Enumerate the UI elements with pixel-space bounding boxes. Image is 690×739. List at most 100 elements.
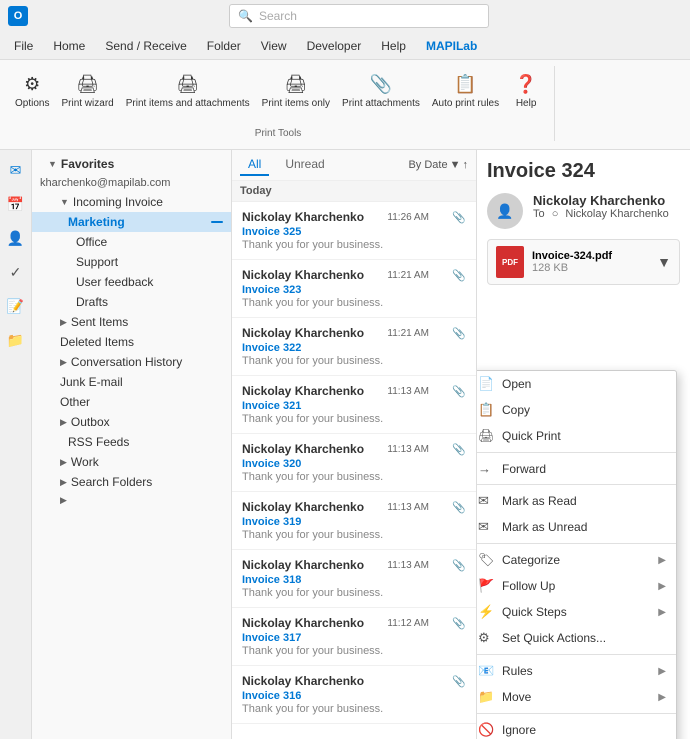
rss-chevron: ▶ bbox=[60, 457, 67, 468]
forward-icon: → bbox=[478, 461, 494, 476]
ctx-forward[interactable]: → Forward bbox=[477, 456, 676, 481]
sidebar-favorites-header[interactable]: ▼ Favorites bbox=[32, 154, 231, 174]
rules-arrow: ▶ bbox=[658, 666, 666, 677]
sidebar-item-marketing[interactable]: Office bbox=[32, 232, 231, 252]
ctx-move[interactable]: 📁 Move ▶ bbox=[477, 684, 676, 710]
sidebar-item-drafts[interactable]: ▶ Sent Items bbox=[32, 312, 231, 332]
sidebar-item-other[interactable]: ▶ Outbox bbox=[32, 412, 231, 432]
menu-developer[interactable]: Developer bbox=[299, 36, 370, 56]
menu-view[interactable]: View bbox=[253, 36, 295, 56]
ribbon-print-items-button[interactable]: 🖨 Print items only bbox=[257, 66, 335, 113]
attachment-expand-icon[interactable]: ▼ bbox=[657, 254, 671, 270]
email-item[interactable]: Nickolay Kharchenko 11:21 AM 📎 Invoice 3… bbox=[232, 318, 476, 376]
tab-all[interactable]: All bbox=[240, 154, 269, 176]
deleted-chevron: ▶ bbox=[60, 357, 67, 368]
work-chevron: ▶ bbox=[60, 477, 67, 488]
ctx-divider-1 bbox=[477, 452, 676, 453]
icon-panel: ✉ 📅 👤 ✓ 📝 📁 bbox=[0, 150, 32, 739]
email-item[interactable]: Nickolay Kharchenko 11:13 AM 📎 Invoice 3… bbox=[232, 434, 476, 492]
email-item[interactable]: Nickolay Kharchenko 11:13 AM 📎 Invoice 3… bbox=[232, 492, 476, 550]
email-item[interactable]: Nickolay Kharchenko 11:12 AM 📎 Invoice 3… bbox=[232, 608, 476, 666]
ctx-quick-print[interactable]: 🖨 Quick Print bbox=[477, 423, 676, 449]
ribbon-group-print: ⚙ Options 🖨 Print wizard 🖨 Print items a… bbox=[10, 66, 555, 141]
menu-file[interactable]: File bbox=[6, 36, 41, 56]
sidebar-item-outbox[interactable]: RSS Feeds bbox=[32, 432, 231, 452]
ribbon-print-wizard-button[interactable]: 🖨 Print wizard bbox=[56, 66, 118, 113]
email-item[interactable]: Nickolay Kharchenko 11:26 AM 📎 Invoice 3… bbox=[232, 202, 476, 260]
sidebar-item-work[interactable]: ▶ Search Folders bbox=[32, 472, 231, 492]
print-items-icon: 🖨 bbox=[282, 70, 310, 98]
attachment-info: Invoice-324.pdf 128 KB bbox=[532, 250, 612, 274]
ctx-categorize[interactable]: 🏷 Categorize ▶ bbox=[477, 547, 676, 573]
email-list-header: All Unread By Date ▼ ↑ bbox=[232, 150, 476, 181]
auto-print-icon: 📋 bbox=[451, 70, 479, 98]
drafts-chevron: ▶ bbox=[60, 317, 67, 328]
sidebar-item-deleted[interactable]: ▶ Conversation History bbox=[32, 352, 231, 372]
ctx-mark-unread[interactable]: ✉ Mark as Unread bbox=[477, 514, 676, 540]
email-item[interactable]: Nickolay Kharchenko 11:13 AM 📎 Invoice 3… bbox=[232, 376, 476, 434]
sidebar-item-search-folders[interactable]: ▶ bbox=[32, 492, 231, 509]
pdf-icon: PDF bbox=[496, 246, 524, 278]
sidebar-item-user-feedback[interactable]: Drafts bbox=[32, 292, 231, 312]
ctx-open[interactable]: 📄 Open bbox=[477, 371, 676, 397]
copy-icon: 📋 bbox=[478, 402, 494, 418]
ctx-set-quick-actions[interactable]: ⚙ Set Quick Actions... bbox=[477, 625, 676, 651]
quick-steps-icon: ⚡ bbox=[478, 604, 494, 620]
menu-mapilab[interactable]: MAPILab bbox=[418, 36, 485, 56]
sidebar-item-sent[interactable]: Deleted Items bbox=[32, 332, 231, 352]
ctx-mark-read[interactable]: ✉ Mark as Read bbox=[477, 488, 676, 514]
sort-button[interactable]: By Date ▼ ↑ bbox=[408, 159, 468, 171]
sidebar-item-support[interactable]: User feedback bbox=[32, 272, 231, 292]
rules-icon: 📧 bbox=[478, 663, 494, 679]
sort-direction-icon: ↑ bbox=[463, 159, 469, 171]
sidebar-item-junk[interactable]: Other bbox=[32, 392, 231, 412]
calendar-nav-button[interactable]: 📅 bbox=[4, 192, 28, 216]
ctx-divider-4 bbox=[477, 654, 676, 655]
tab-unread[interactable]: Unread bbox=[277, 154, 332, 176]
sidebar-item-incoming-invoice[interactable]: Marketing bbox=[32, 212, 231, 232]
email-item[interactable]: Nickolay Kharchenko 11:13 AM 📎 Invoice 3… bbox=[232, 550, 476, 608]
attachment-item[interactable]: PDF Invoice-324.pdf 128 KB ▼ bbox=[487, 239, 680, 285]
ribbon-options-button[interactable]: ⚙ Options bbox=[10, 66, 54, 113]
folders-nav-button[interactable]: 📁 bbox=[4, 328, 28, 352]
menu-help[interactable]: Help bbox=[373, 36, 414, 56]
inbox-chevron: ▼ bbox=[60, 197, 69, 207]
ctx-copy[interactable]: 📋 Copy bbox=[477, 397, 676, 423]
sidebar-item-inbox[interactable]: ▼ Incoming Invoice bbox=[32, 192, 231, 212]
tasks-nav-button[interactable]: ✓ bbox=[4, 260, 28, 284]
ctx-divider-2 bbox=[477, 484, 676, 485]
ignore-icon: 🚫 bbox=[478, 722, 494, 738]
ctx-divider-3 bbox=[477, 543, 676, 544]
email-item[interactable]: Nickolay Kharchenko 📎 Invoice 316 Thank … bbox=[232, 666, 476, 724]
other-chevron: ▶ bbox=[60, 417, 67, 428]
follow-up-icon: 🚩 bbox=[478, 578, 494, 594]
ribbon-print-items-attach-button[interactable]: 🖨 Print items and attachments bbox=[121, 66, 255, 113]
notes-nav-button[interactable]: 📝 bbox=[4, 294, 28, 318]
sidebar-item-office[interactable]: Support bbox=[32, 252, 231, 272]
search-box[interactable]: 🔍 Search bbox=[229, 4, 489, 28]
ctx-follow-up[interactable]: 🚩 Follow Up ▶ bbox=[477, 573, 676, 599]
sidebar-item-conv-history[interactable]: Junk E-mail bbox=[32, 372, 231, 392]
search-icon: 🔍 bbox=[238, 9, 253, 23]
ctx-quick-steps[interactable]: ⚡ Quick Steps ▶ bbox=[477, 599, 676, 625]
set-quick-actions-icon: ⚙ bbox=[478, 630, 494, 646]
incoming-invoice-badge bbox=[211, 221, 223, 223]
menu-folder[interactable]: Folder bbox=[199, 36, 249, 56]
app-logo: O bbox=[8, 6, 28, 26]
print-wizard-icon: 🖨 bbox=[74, 70, 102, 98]
preview-title: Invoice 324 bbox=[487, 160, 680, 183]
ribbon-help-button[interactable]: ❓ Help bbox=[506, 66, 546, 113]
people-nav-button[interactable]: 👤 bbox=[4, 226, 28, 250]
menu-home[interactable]: Home bbox=[45, 36, 93, 56]
ctx-rules[interactable]: 📧 Rules ▶ bbox=[477, 658, 676, 684]
sidebar-item-rss[interactable]: ▶ Work bbox=[32, 452, 231, 472]
ribbon-auto-print-button[interactable]: 📋 Auto print rules bbox=[427, 66, 504, 113]
email-item[interactable]: Nickolay Kharchenko 11:21 AM 📎 Invoice 3… bbox=[232, 260, 476, 318]
ribbon-print-attach-button[interactable]: 📎 Print attachments bbox=[337, 66, 425, 113]
mail-nav-button[interactable]: ✉ bbox=[4, 158, 28, 182]
ctx-ignore[interactable]: 🚫 Ignore bbox=[477, 717, 676, 739]
move-icon: 📁 bbox=[478, 689, 494, 705]
menu-send-receive[interactable]: Send / Receive bbox=[97, 36, 194, 56]
context-menu: 📄 Open 📋 Copy 🖨 Quick Print → Forward ✉ … bbox=[477, 370, 677, 739]
help-icon: ❓ bbox=[512, 70, 540, 98]
